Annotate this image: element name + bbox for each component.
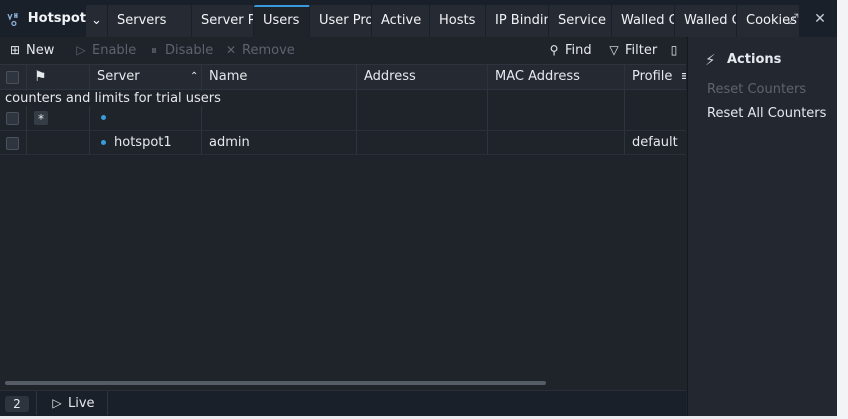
select-all-checkbox[interactable] (6, 71, 19, 84)
row-checkbox[interactable] (6, 112, 19, 125)
item-count-badge: 2 (5, 396, 29, 412)
chevron-down-icon: ⌄ (91, 13, 102, 28)
tab-walled-garden[interactable]: Walled G (612, 5, 675, 37)
enable-button[interactable]: ▷ Enable (74, 37, 136, 64)
pause-icon: ⏸ (150, 43, 157, 57)
row-checkbox[interactable] (6, 137, 19, 150)
toolbar: ⊞ New ▷ Enable ⏸ Disable ✕ Remove ⚲ Find… (0, 37, 686, 64)
tab-user-profiles[interactable]: User Pro (310, 5, 372, 37)
tab-strip: ⌄ Servers Server P Users User Pro Active… (86, 5, 800, 37)
name-cell: admin (209, 135, 250, 150)
new-label: New (26, 43, 55, 58)
server-column-label: Server (97, 69, 140, 84)
tab-walled-garden-ip[interactable]: Walled G (675, 5, 737, 37)
close-window-button[interactable]: ✕ (811, 10, 829, 28)
flag-icon: ⚑ (34, 69, 47, 85)
add-icon: ⊞ (9, 43, 21, 57)
enable-label: Enable (92, 43, 137, 58)
server-cell: hotspot1 (114, 135, 172, 150)
title-bar: Hotspot ⌄ Servers Server P Users User Pr… (0, 0, 837, 38)
tab-hosts[interactable]: Hosts (430, 5, 486, 37)
live-label: Live (68, 395, 95, 411)
filter-button[interactable]: ▽ Filter (607, 37, 657, 64)
window-edge (837, 0, 848, 419)
status-dot (101, 140, 106, 145)
find-label: Find (565, 43, 592, 58)
profile-column-label: Profile (632, 69, 673, 84)
tab-server-profiles[interactable]: Server P (192, 5, 254, 37)
search-icon: ⚲ (549, 43, 559, 57)
users-table: ⚑ Server ⌃ Name Address MAC Address Prof… (0, 64, 686, 390)
live-button[interactable]: ▷ Live (50, 391, 95, 415)
flag-column-header[interactable]: ⚑ (34, 65, 47, 91)
panel-icon: ▯ (670, 43, 678, 57)
status-dot (101, 115, 106, 120)
profile-column-header[interactable]: Profile ≡ (632, 65, 686, 91)
table-header: ⚑ Server ⌃ Name Address MAC Address Prof… (0, 64, 686, 90)
row-comment: counters and limits for trial users (5, 91, 225, 106)
status-bar: 2 ▷ Live (0, 390, 686, 416)
remove-label: Remove (242, 43, 295, 58)
profile-cell: default (632, 135, 678, 150)
app-brand: Hotspot (0, 0, 86, 37)
new-button[interactable]: ⊞ New (8, 37, 54, 64)
status-divider (36, 391, 37, 415)
remove-button[interactable]: ✕ Remove (224, 37, 295, 64)
filter-icon: ▽ (609, 43, 619, 57)
tab-users[interactable]: Users (254, 5, 310, 37)
filter-label: Filter (625, 43, 658, 58)
column-menu-icon: ≡ (681, 69, 686, 84)
disable-button[interactable]: ⏸ Disable (147, 37, 213, 64)
restore-window-button[interactable]: ⤢ (784, 10, 802, 28)
tabs-menu-chevron-button[interactable]: ⌄ (86, 5, 108, 37)
hotspot-icon (7, 12, 18, 26)
tab-servers[interactable]: Servers (108, 5, 192, 37)
actions-panel: ⚡ Actions Reset Counters Reset All Count… (687, 37, 838, 416)
play-icon: ▷ (52, 395, 62, 410)
tab-ip-bindings[interactable]: IP Bindin (486, 5, 549, 37)
restore-icon: ⤢ (787, 11, 799, 27)
find-button[interactable]: ⚲ Find (547, 37, 592, 64)
toggle-panel-button[interactable]: ▯ (667, 37, 681, 64)
actions-title: Actions (727, 52, 782, 67)
sort-ascending-icon: ⌃ (190, 71, 199, 82)
table-row[interactable]: counters and limits for trial users * (0, 90, 686, 131)
remove-icon: ✕ (225, 43, 237, 57)
reset-all-counters-button[interactable]: Reset All Counters (707, 106, 826, 121)
close-icon: ✕ (814, 11, 826, 27)
address-column-header[interactable]: Address (364, 65, 416, 91)
tab-active[interactable]: Active (372, 5, 430, 37)
disable-label: Disable (165, 43, 214, 58)
status-divider (107, 391, 108, 415)
horizontal-scrollbar[interactable] (5, 381, 546, 385)
actions-icon: ⚡ (705, 51, 716, 69)
name-column-header[interactable]: Name (209, 65, 247, 91)
play-icon: ▷ (76, 43, 86, 57)
mac-address-column-header[interactable]: MAC Address (495, 65, 580, 91)
server-column-header[interactable]: Server ⌃ (97, 65, 201, 91)
default-flag: * (34, 111, 48, 126)
app-title: Hotspot (27, 11, 86, 26)
reset-counters-button[interactable]: Reset Counters (707, 82, 806, 97)
tab-service-ports[interactable]: Service I (549, 5, 612, 37)
table-row[interactable]: hotspot1 admin default (0, 131, 686, 155)
